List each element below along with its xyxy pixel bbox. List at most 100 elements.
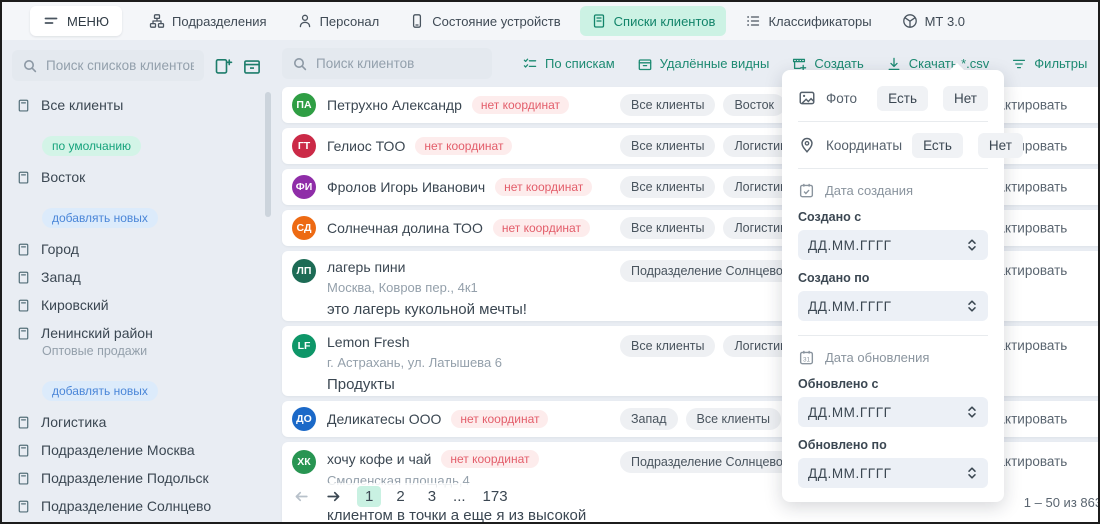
nav-item-podrazdeleniya[interactable]: Подразделения xyxy=(138,6,278,36)
sidebar-item[interactable]: Подразделение Подольск xyxy=(16,470,262,486)
updated-section-header: Дата обновления xyxy=(825,350,930,365)
client-tags: Запад Все клиенты xyxy=(620,408,781,430)
client-address: Москва, Ковров пер., 4к1 xyxy=(327,280,478,295)
divider xyxy=(798,335,988,336)
client-avatar: ФИ xyxy=(292,175,316,199)
add-list-icon[interactable] xyxy=(213,56,233,76)
filters-button[interactable]: Фильтры xyxy=(1011,50,1087,78)
stepper-icon[interactable] xyxy=(966,405,978,419)
photo-icon xyxy=(798,89,816,107)
client-avatar: ХК xyxy=(292,450,316,474)
updated-from-input[interactable]: ДД.ММ.ГГГГ xyxy=(798,397,988,427)
client-tag: Все клиенты xyxy=(620,335,716,357)
sidebar-item[interactable]: Восток добавлять новых xyxy=(16,169,262,229)
clients-main: По спискам Удалённые видны Создать Скачать … xyxy=(272,40,1098,522)
menu-label: МЕНЮ xyxy=(67,13,110,29)
photo-yes-button[interactable]: Есть xyxy=(877,85,928,111)
sidebar-item[interactable]: Логистика xyxy=(16,414,262,430)
client-tags: Все клиенты Логистика xyxy=(620,217,804,239)
by-lists-button[interactable]: По спискам xyxy=(522,50,615,78)
coords-yes-button[interactable]: Есть xyxy=(912,132,963,158)
nav-item-mt30[interactable]: МТ 3.0 xyxy=(891,6,976,36)
client-avatar: ДО xyxy=(292,407,316,431)
prev-page-icon[interactable] xyxy=(293,488,310,505)
sidebar-search-input[interactable] xyxy=(46,58,194,73)
sidebar-item-label: Подразделение Москва xyxy=(41,442,195,458)
sidebar-item-label: Подразделение Подольск xyxy=(41,470,209,486)
client-lists-sidebar: Все клиенты по умолчанию Восток добавлять н… xyxy=(2,40,272,522)
client-row-line1: хочу кофе и чай нет координат xyxy=(327,450,586,468)
sidebar-item[interactable]: Подразделение Москва xyxy=(16,442,262,458)
sidebar-item[interactable]: Ленинский район Оптовые продажи добавлять … xyxy=(16,325,262,402)
sidebar-item-label: Запад xyxy=(41,269,81,285)
date-placeholder: ДД.ММ.ГГГГ xyxy=(808,298,892,314)
created-to-input[interactable]: ДД.ММ.ГГГГ xyxy=(798,291,988,321)
toolbar-button-label: Скачать *.csv xyxy=(908,56,990,71)
archive-icon xyxy=(637,56,653,72)
nav-item-classifiers[interactable]: Классификаторы xyxy=(734,6,882,36)
top-navigation: МЕНЮ Подразделения Персонал Состояние устр… xyxy=(2,2,1098,40)
coords-filter-label: Координаты xyxy=(826,137,903,153)
sidebar-item-row: Город xyxy=(16,241,262,257)
calendar-31-icon: 31 xyxy=(798,349,815,366)
pin-icon xyxy=(798,136,816,154)
sidebar-item[interactable]: Город xyxy=(16,241,262,257)
sidebar-item[interactable]: Кировский xyxy=(16,297,262,313)
mt-logo-icon xyxy=(902,13,918,29)
search-icon xyxy=(22,58,38,74)
created-to-label: Создано по xyxy=(798,271,870,285)
page-number[interactable]: 2 xyxy=(388,486,412,507)
clients-search xyxy=(282,48,492,79)
stepper-icon[interactable] xyxy=(966,299,978,313)
clients-search-input[interactable] xyxy=(316,56,482,71)
created-from-input[interactable]: ДД.ММ.ГГГГ xyxy=(798,230,988,260)
no-coordinates-badge: нет координат xyxy=(495,178,593,196)
client-tags: Все клиенты Восток xyxy=(620,94,786,116)
client-tag: Все клиенты xyxy=(685,408,781,430)
client-row-content: Петрухно Александр нет координат xyxy=(327,96,569,114)
nav-item-client-lists[interactable]: Списки клиентов xyxy=(579,6,727,36)
archive-icon[interactable] xyxy=(242,56,262,76)
page-ellipsis: ... xyxy=(453,488,466,505)
sidebar-item-subtitle: Оптовые продажи xyxy=(42,344,148,358)
page-number[interactable]: 3 xyxy=(420,486,444,507)
toolbar-button-label: Удалённые видны xyxy=(659,56,770,71)
client-tag: Все клиенты xyxy=(620,94,716,116)
page-number[interactable]: 173 xyxy=(475,486,516,507)
checklist-icon xyxy=(522,56,538,72)
client-tag: Восток xyxy=(723,94,786,116)
stepper-icon[interactable] xyxy=(966,466,978,480)
sidebar-item-row: Все клиенты xyxy=(16,97,262,113)
sidebar-item[interactable]: Запад xyxy=(16,269,262,285)
client-description: Продукты xyxy=(327,376,395,393)
deleted-visible-button[interactable]: Удалённые видны xyxy=(637,50,770,78)
client-row-line1: Гелиос ТОО нет координат xyxy=(327,137,513,155)
page-number[interactable]: 1 xyxy=(357,486,382,507)
sidebar-item[interactable]: Все клиенты по умолчанию xyxy=(16,97,262,157)
photo-no-button[interactable]: Нет xyxy=(943,85,988,111)
client-avatar: ПА xyxy=(292,93,316,117)
client-list-icon xyxy=(591,13,607,29)
client-avatar: ЛП xyxy=(292,259,316,283)
nav-item-devices[interactable]: Состояние устройств xyxy=(398,6,571,36)
nav-item-personal[interactable]: Персонал xyxy=(286,6,391,36)
filter-icon xyxy=(1011,56,1027,72)
coords-no-button[interactable]: Нет xyxy=(977,132,1023,158)
sidebar-item-badge: по умолчанию xyxy=(42,136,142,156)
toolbar-button-label: Фильтры xyxy=(1034,56,1088,71)
divider xyxy=(798,121,988,122)
stepper-icon[interactable] xyxy=(966,238,978,252)
sidebar-scrollbar[interactable] xyxy=(265,92,271,217)
list-page-icon xyxy=(16,298,31,313)
client-row-line1: Фролов Игорь Иванович нет координат xyxy=(327,178,593,196)
updated-to-input[interactable]: ДД.ММ.ГГГГ xyxy=(798,458,988,488)
client-avatar: ГТ xyxy=(292,134,316,158)
nav-item-label: МТ 3.0 xyxy=(924,13,966,29)
menu-button[interactable]: МЕНЮ xyxy=(30,6,123,36)
nav-item-label: Классификаторы xyxy=(768,13,872,29)
sidebar-item[interactable]: Подразделение Солнцево xyxy=(16,498,262,514)
client-name: Lemon Fresh xyxy=(327,334,410,350)
next-page-icon[interactable] xyxy=(325,488,342,505)
hamburger-icon xyxy=(43,13,59,29)
nav-item-label: Состояние устройств xyxy=(432,13,561,29)
